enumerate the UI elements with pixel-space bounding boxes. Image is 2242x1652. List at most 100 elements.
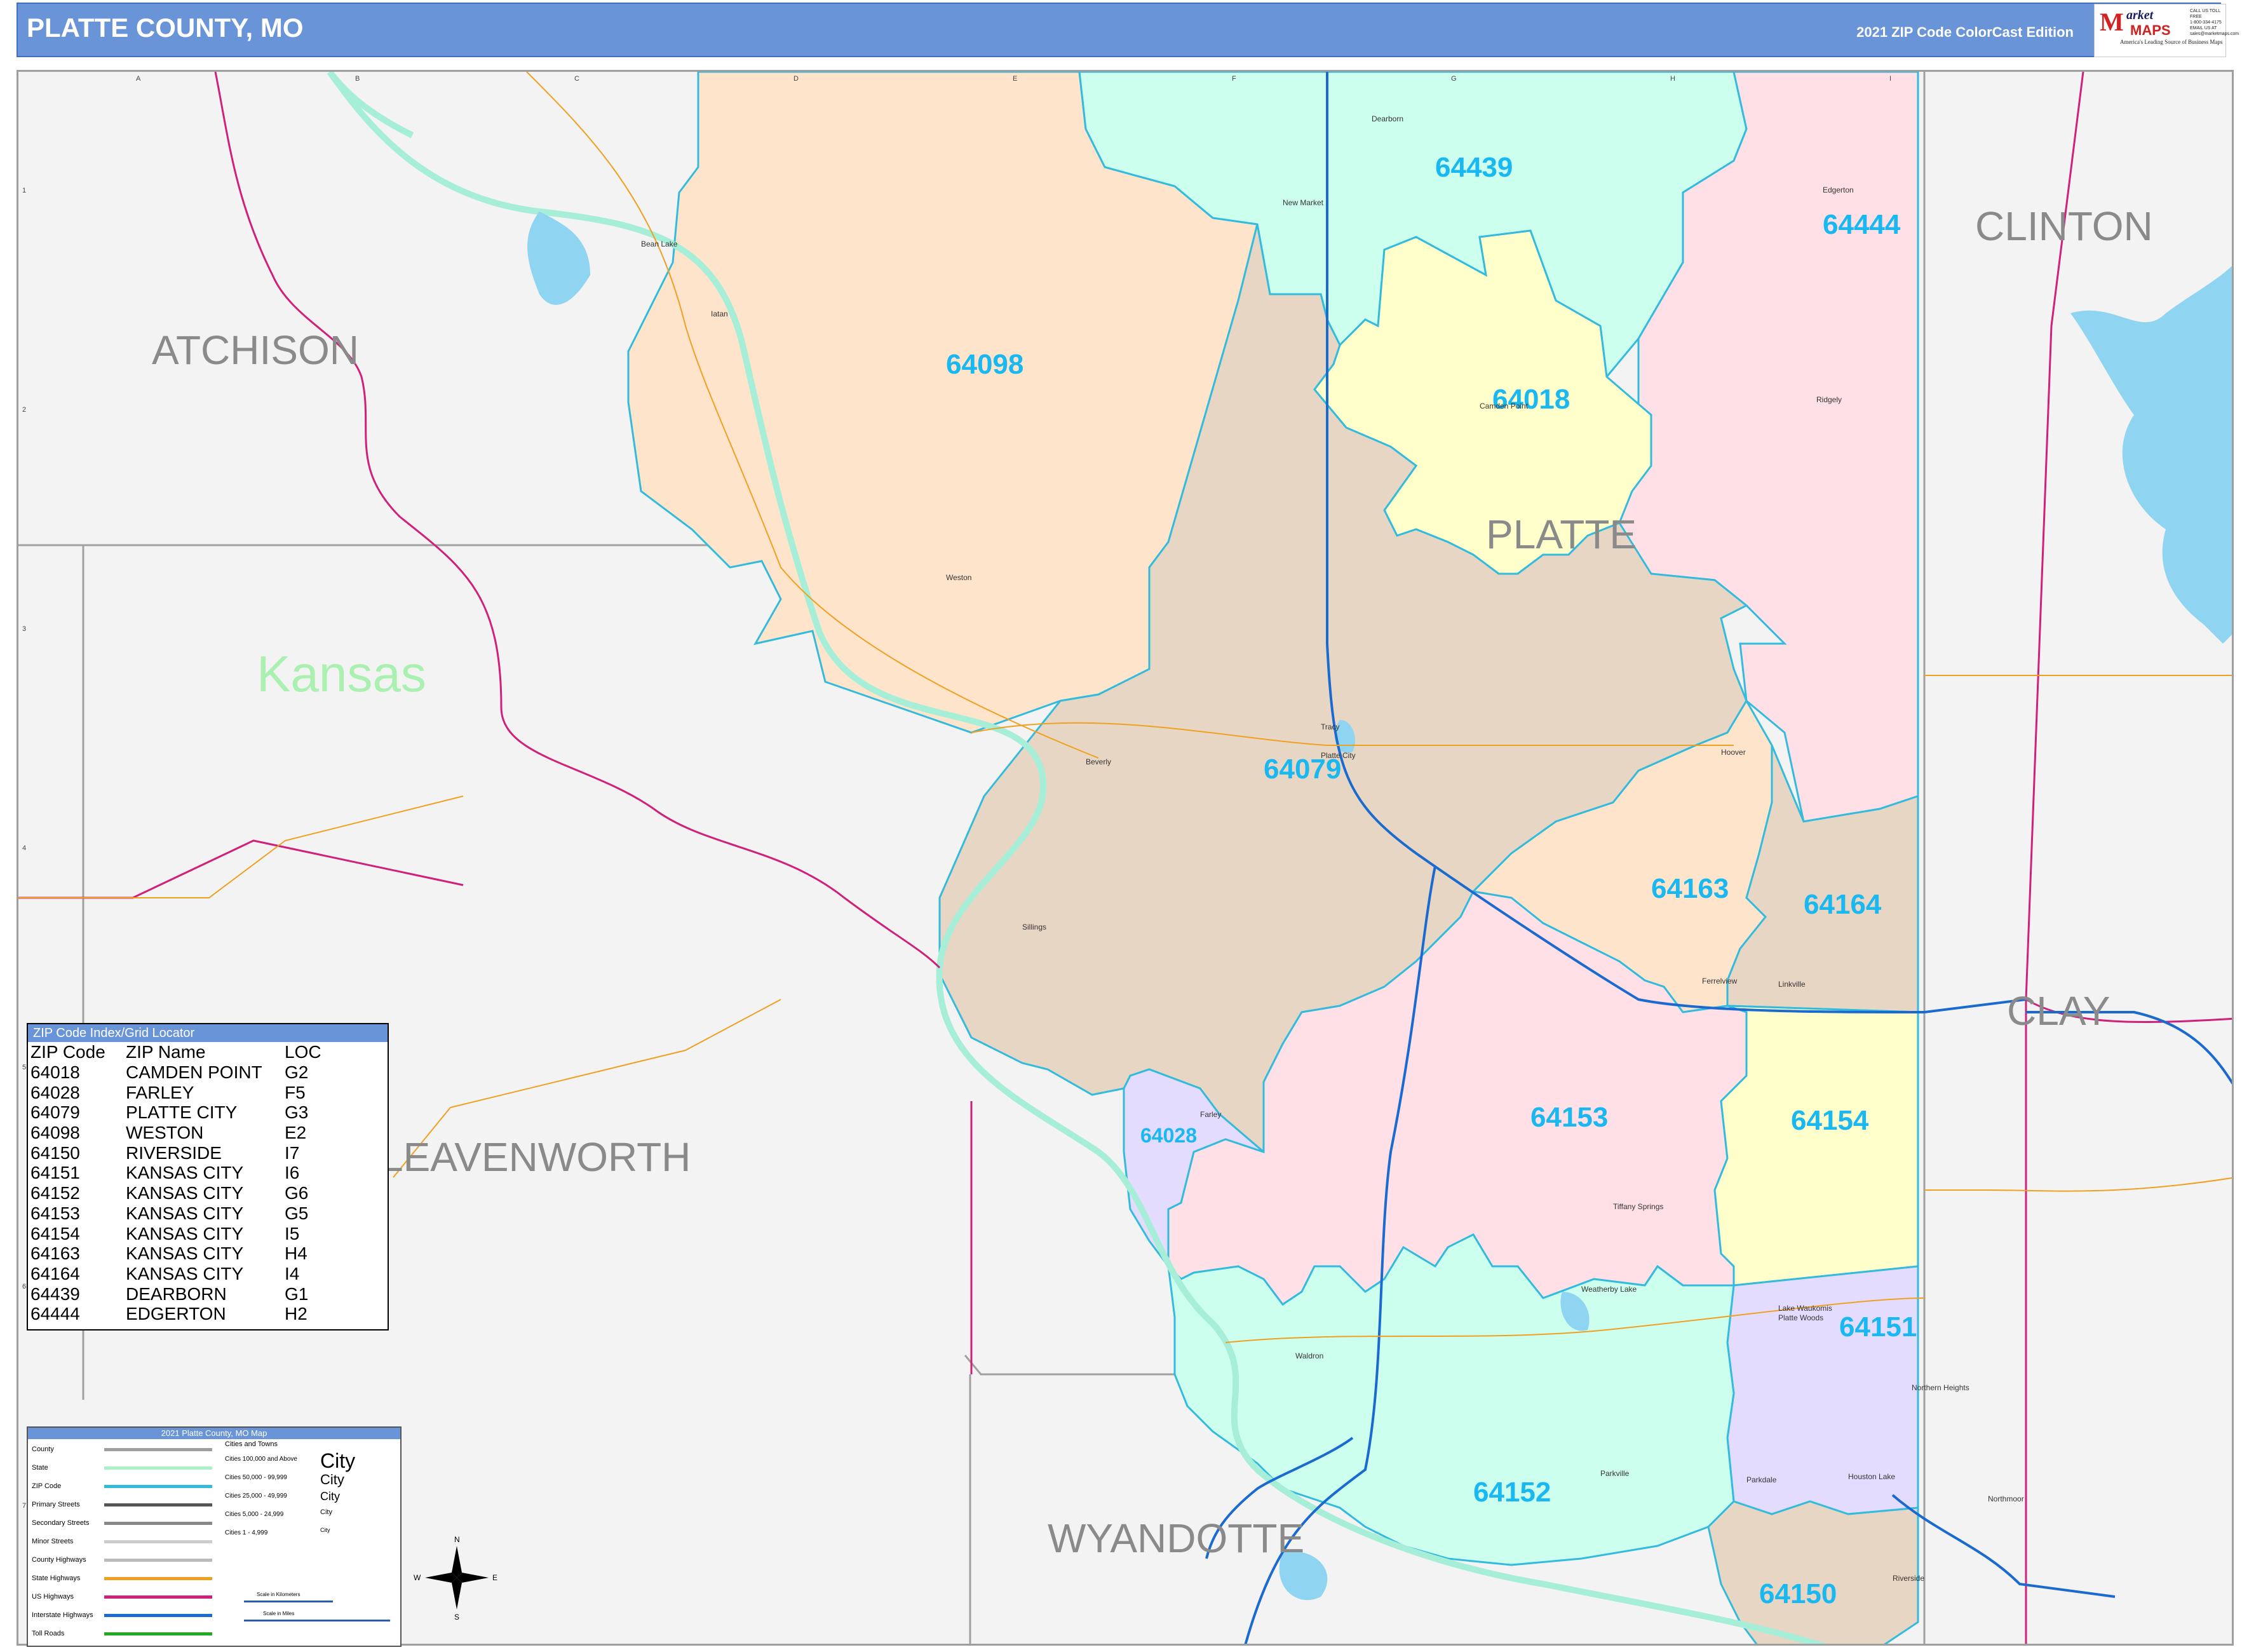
zip-index-name: WESTON [126,1123,204,1143]
legend-line-swatch [104,1559,212,1562]
scale-km-label: Scale in Kilometers [257,1592,301,1597]
zip-index-code: 64018 [30,1062,80,1082]
zip-index-loc: H4 [285,1243,307,1264]
zip-index-code: 64152 [30,1183,80,1203]
legend-item-label: ZIP Code [32,1482,62,1490]
cities-heading: Cities and Towns [225,1440,278,1448]
legend-city-size: Cities 5,000 - 24,999 [225,1511,284,1518]
legend-item-label: State [32,1464,48,1472]
county-label-leavenworth: LEAVENWORTH [381,1134,691,1180]
zip-index-name: KANSAS CITY [126,1243,244,1264]
state-label-kansas: Kansas [257,646,426,702]
place-edgerton: Edgerton [1823,186,1854,194]
place-waldron: Waldron [1295,1351,1323,1360]
county-label-wyandotte: WYANDOTTE [1048,1515,1304,1561]
legend-line-swatch [104,1540,212,1543]
zip-index-row: 64028 FARLEY F5 [28,1083,388,1103]
legend-item-label: US Highways [32,1593,74,1601]
legend-city-sample: City [320,1472,344,1487]
smithville-lake [2070,266,2232,644]
legend-city-sample: City [320,1508,332,1516]
scale-km-bar [244,1601,333,1602]
zip-label-64154: 64154 [1791,1105,1869,1136]
zip-index-code: 64150 [30,1142,80,1163]
place-weston: Weston [946,573,971,582]
zip-index-code: 64164 [30,1263,80,1283]
zip-index-row: 64018 CAMDEN POINT G2 [28,1062,388,1083]
legend-item-label: Minor Streets [32,1538,74,1545]
logo-word-maps: MAPS [2130,22,2171,38]
zip-index-name: KANSAS CITY [126,1263,244,1283]
place-farley: Farley [1200,1110,1221,1119]
zip-index-row: 64098 WESTON E2 [28,1123,388,1143]
compass-n: N [454,1535,460,1544]
logo-word-arket: arket [2126,8,2154,22]
col-header-zip: ZIP Code [30,1042,105,1062]
legend-item-label: Primary Streets [32,1501,80,1508]
zip-index-name: KANSAS CITY [126,1163,244,1183]
grid-col-label: A [136,75,141,83]
zip-index-row: 64439 DEARBORN G1 [28,1284,388,1304]
county-label-clinton: CLINTON [1975,203,2153,249]
zip-index-row: 64163 KANSAS CITY H4 [28,1243,388,1264]
place-lake-waukomis: Lake Waukomis [1778,1304,1832,1313]
zip-index-loc: I4 [285,1263,300,1283]
zip-index-title: ZIP Code Index/Grid Locator [28,1024,388,1042]
us-highway-west [18,839,464,899]
contact-line: 1-800-334-4175 [2190,20,2222,25]
zip-index-row: 64164 KANSAS CITY I4 [28,1264,388,1284]
zip-label-64444: 64444 [1823,209,1901,240]
map-frame[interactable]: A B C D E F G H I 1 2 3 4 5 6 7 ATCHISON CLINTON PLATTE… [17,70,2234,1646]
logo-contact: CALL US TOLL FREE 1-800-334-4175 EMAIL U… [2190,8,2239,37]
zip-index-name: DEARBORN [126,1283,227,1304]
county-label-atchison: ATCHISON [152,327,359,373]
legend-line-swatch [104,1485,212,1488]
compass-w: W [414,1573,421,1582]
market-maps-logo[interactable]: M arket MAPS America's Leading Source of… [2094,4,2239,57]
grid-col-label: C [574,75,579,83]
zip-index-code: 64028 [30,1082,80,1102]
col-header-name: ZIP Name [126,1042,206,1062]
zip-label-64439: 64439 [1435,152,1513,183]
place-platte-woods: Platte Woods [1778,1313,1823,1322]
zip-index-loc: G5 [285,1203,309,1223]
place-linkville: Linkville [1778,980,1806,989]
zip-label-64150: 64150 [1759,1578,1837,1609]
compass-e: E [492,1573,497,1582]
legend-city-sample: City [320,1449,356,1472]
grid-row-label: 6 [22,1283,26,1290]
grid-col-label: E [1013,75,1017,83]
zip-index-code: 64154 [30,1223,80,1243]
compass-s: S [454,1613,459,1622]
zip-index-name: RIVERSIDE [126,1142,222,1163]
zip-index-code: 64444 [30,1304,80,1324]
zip-index-name: FARLEY [126,1082,194,1102]
zip-index-row: 64152 KANSAS CITY G6 [28,1183,388,1203]
grid-row-label: 5 [22,1064,26,1071]
grid-col-label: D [793,75,799,83]
zip-areas[interactable] [627,72,1919,1646]
legend-line-swatch [104,1632,212,1635]
zip-index-name: CAMDEN POINT [126,1062,262,1082]
zip-index-loc: G3 [285,1102,309,1123]
logo-tagline: America's Leading Source of Business Map… [2120,39,2223,45]
grid-col-label: F [1232,75,1236,83]
legend-city-size: Cities 50,000 - 99,999 [225,1474,287,1481]
zip-index-loc: E2 [285,1123,307,1143]
interstate-se [1891,1494,2116,1598]
legend-line-swatch [104,1595,212,1599]
grid-row-label: 1 [22,187,26,194]
grid-col-label: I [1889,75,1891,83]
grid-row-label: 2 [22,406,26,414]
place-northern-heights: Northern Heights [1912,1383,1969,1392]
zip-index-loc: G2 [285,1062,309,1082]
zip-index-loc: G1 [285,1283,309,1304]
county-label-platte: PLATTE [1486,511,1637,557]
legend-city-size: Cities 100,000 and Above [225,1456,297,1463]
zip-label-64163: 64163 [1651,873,1729,904]
place-riverside: Riverside [1893,1574,1924,1583]
zip-index-name: KANSAS CITY [126,1183,244,1203]
contact-line: EMAIL US AT [2190,26,2217,30]
map-canvas[interactable]: A B C D E F G H I 1 2 3 4 5 6 7 ATCHISON CLINTON PLATTE… [18,72,2234,1646]
zip-index-table: ZIP Code Index/Grid Locator ZIP Code ZIP… [27,1023,389,1330]
